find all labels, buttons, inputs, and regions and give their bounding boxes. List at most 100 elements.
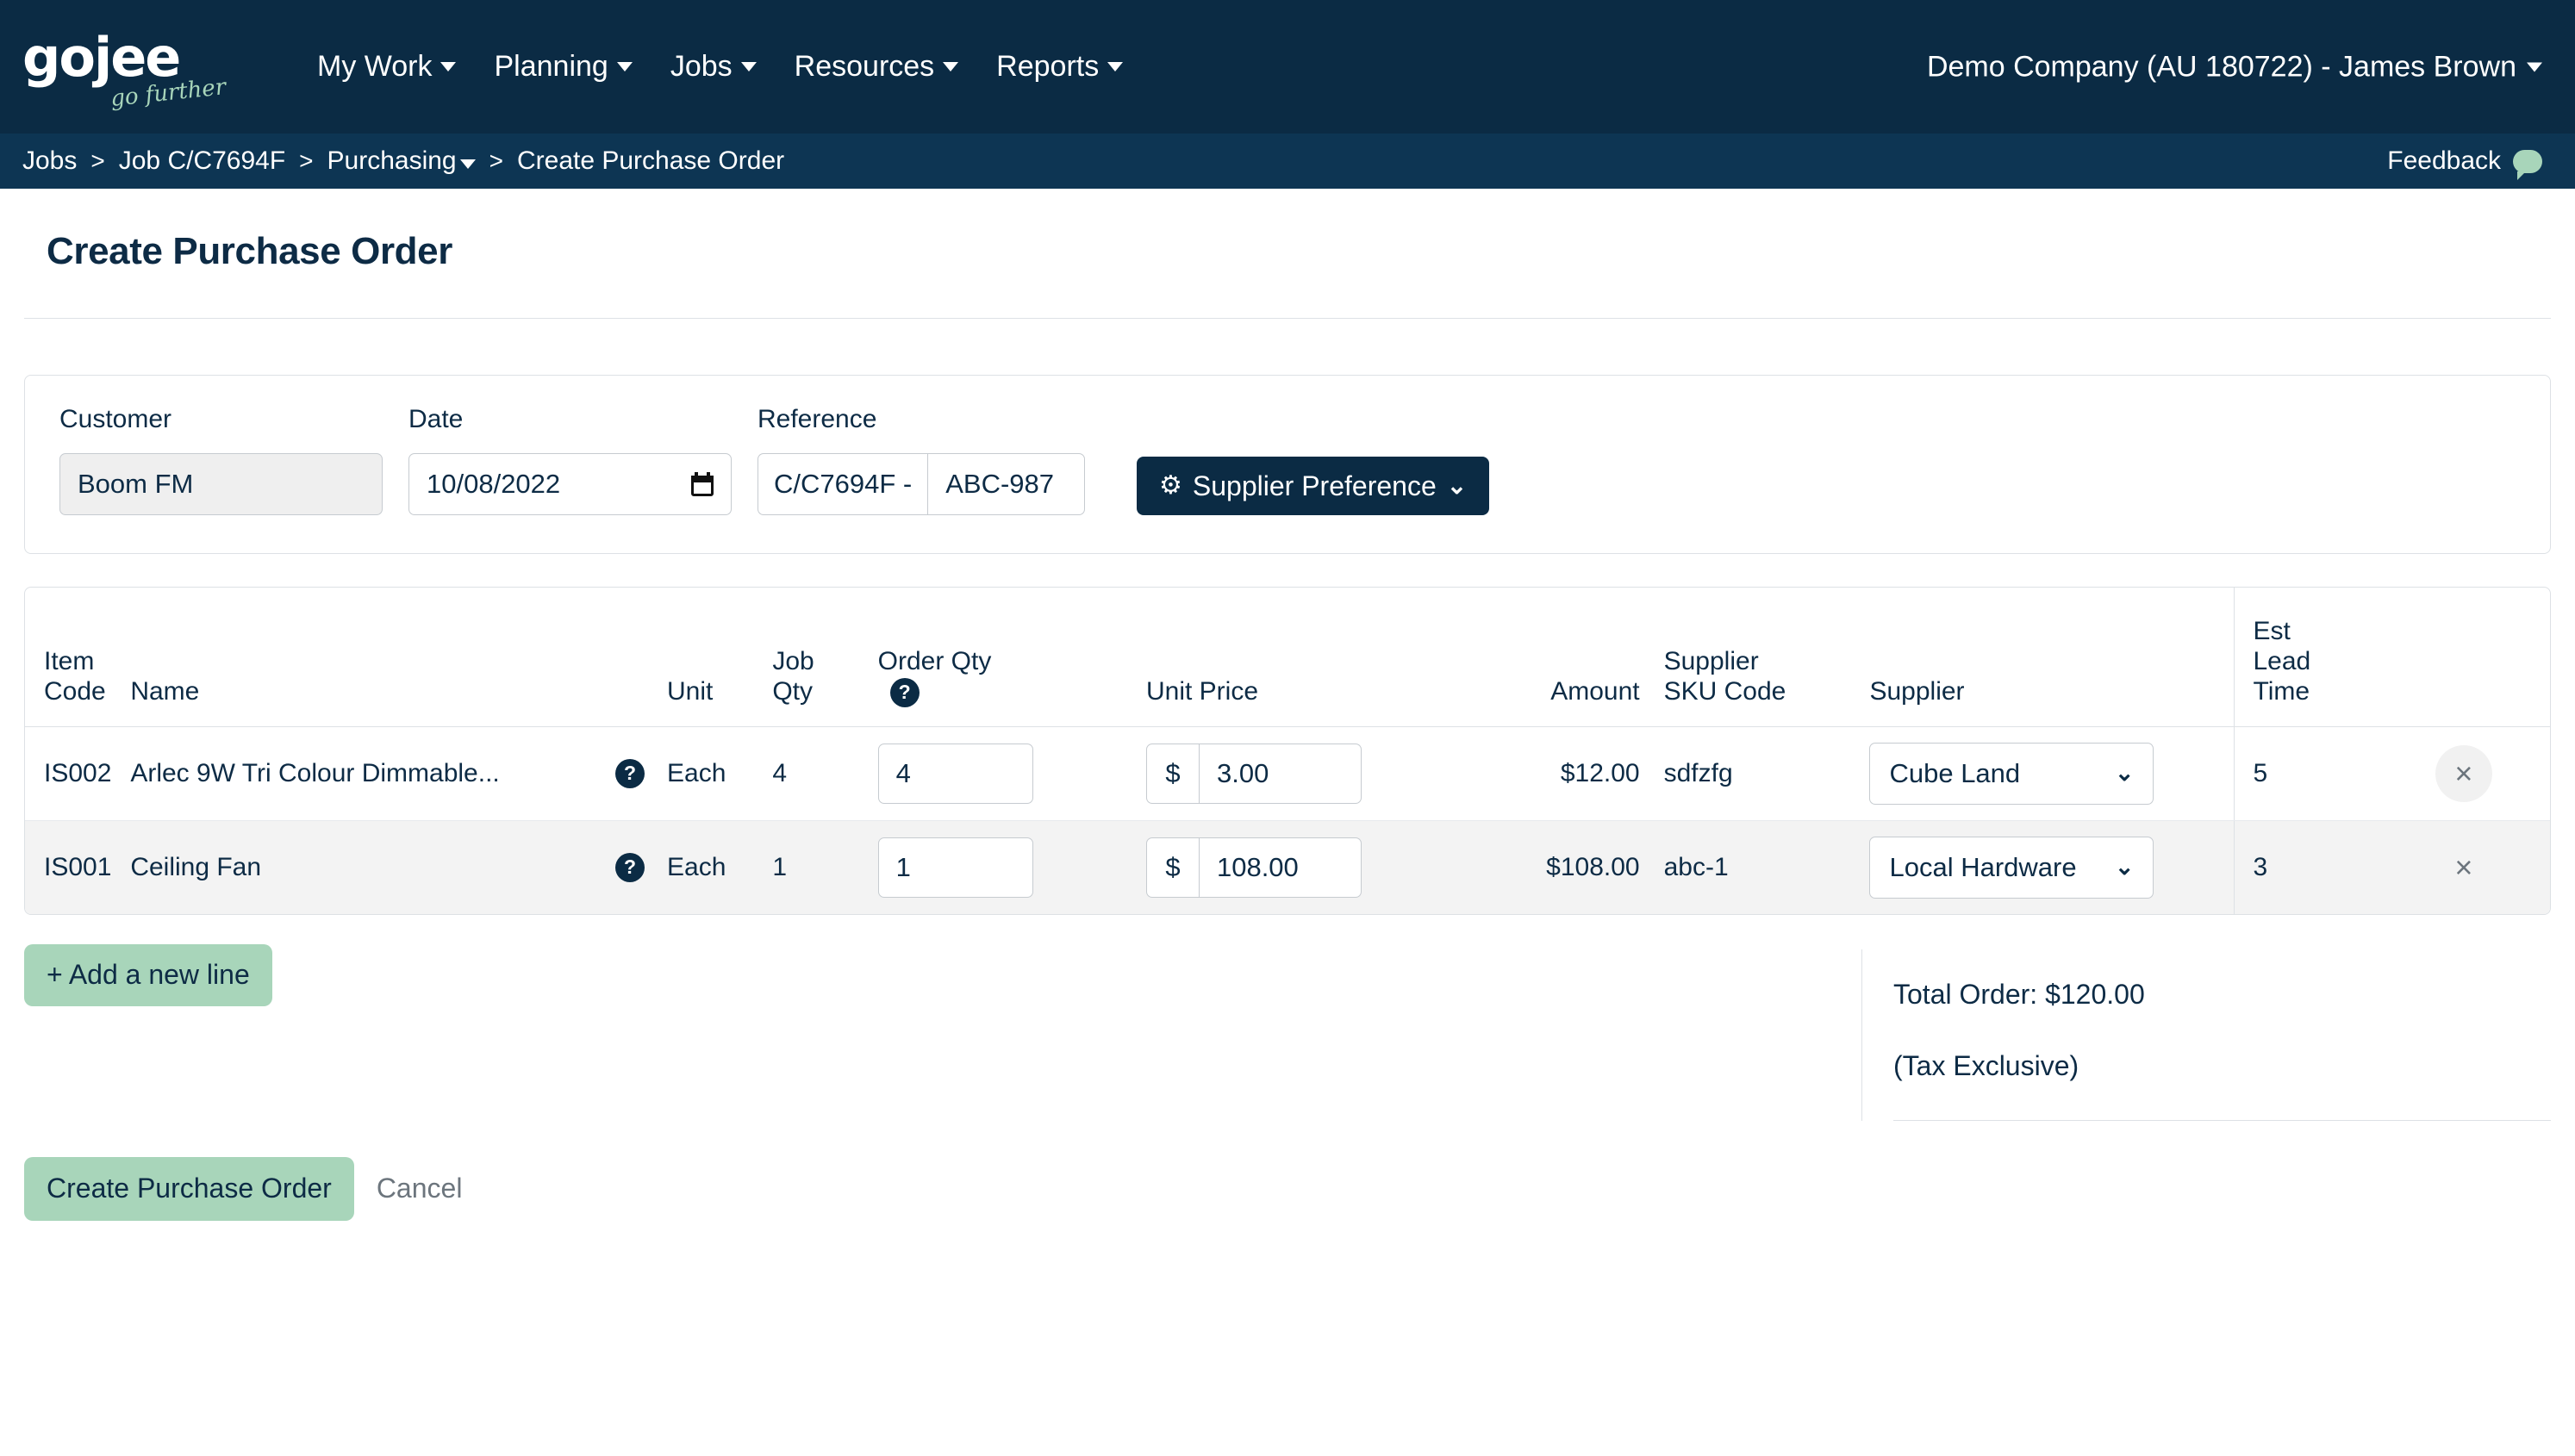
unit-price-input-group: $ 3.00 [1145,743,1362,804]
feedback-button[interactable]: Feedback [2387,146,2542,180]
cell-unit-price: $ 3.00 [1145,726,1462,821]
date-value: 10/08/2022 [427,469,561,499]
chevron-down-icon [943,62,959,72]
breadcrumb-item-label: Purchasing [327,146,457,175]
cell-supplier-sku: sdfzfg [1639,726,1870,821]
cell-name: Arlec 9W Tri Colour Dimmable... ? [130,726,667,821]
help-icon[interactable]: ? [615,758,645,788]
column-header-order-qty: Order Qty ? [878,588,1146,726]
nav-item-jobs[interactable]: Jobs [670,50,757,84]
breadcrumb-separator: > [90,147,105,174]
chevron-down-icon [1107,62,1124,72]
column-header-remove [2378,588,2550,726]
column-header-name: Name [130,676,200,706]
remove-line-button[interactable]: × [2435,839,2492,896]
column-header-item-code: Item Code [44,647,106,706]
tax-note: (Tax Exclusive) [1893,1011,2551,1121]
cell-est-lead-time: 3 [2233,820,2378,914]
cancel-button[interactable]: Cancel [377,1173,463,1204]
supplier-selected-value: Local Hardware [1889,851,2077,882]
order-qty-input[interactable]: 4 [877,743,1033,804]
supplier-preference-label: Supplier Preference [1192,470,1437,501]
chevron-down-icon [616,62,633,72]
breadcrumb-item-jobs[interactable]: Jobs [22,146,77,176]
date-input[interactable]: 10/08/2022 [408,453,732,515]
help-icon[interactable]: ? [615,852,645,882]
column-header-supplier: Supplier [1869,676,1965,706]
unit-price-input[interactable]: 3.00 [1199,743,1362,804]
nav-item-label: My Work [317,50,433,83]
reference-field-group: Reference C/C7694F - ABC-987 [758,405,1085,515]
cell-name: Ceiling Fan ? [130,820,667,914]
title-divider [24,318,2551,319]
unit-price-input[interactable]: 108.00 [1199,837,1362,898]
purchase-order-header-card: Customer Boom FM Date 10/08/2022 Referen… [24,375,2551,554]
breadcrumb-separator: > [489,147,503,174]
line-items-table: Item Code Name Unit Job Qty Order Qty ? … [25,588,2550,914]
breadcrumb-item-job[interactable]: Job C/C7694F [119,146,285,176]
remove-line-button[interactable]: × [2435,744,2492,802]
nav-item-resources[interactable]: Resources [795,50,959,84]
cell-remove: × [2377,726,2550,821]
reference-input[interactable]: ABC-987 [927,453,1085,515]
account-label: Demo Company (AU 180722) - James Brown [1926,50,2516,83]
order-qty-input[interactable]: 1 [877,837,1033,898]
page-body: Create Purchase Order Customer Boom FM D… [0,189,2575,1221]
nav-item-label: Jobs [670,50,733,83]
reference-input-group: C/C7694F - ABC-987 [758,453,1085,515]
table-header-row: Item Code Name Unit Job Qty Order Qty ? … [25,588,2550,727]
supplier-select[interactable]: Cube Land ⌄ [1869,742,2154,805]
date-field-group: Date 10/08/2022 [408,405,732,515]
cell-item-code: IS001 [44,852,112,881]
help-icon[interactable]: ? [889,677,920,707]
chevron-down-icon: ⌄ [2114,760,2135,787]
unit-price-input-group: $ 108.00 [1145,837,1362,898]
chevron-down-icon [440,62,457,72]
column-header-unit-price: Unit Price [1145,676,1259,706]
nav-item-planning[interactable]: Planning [494,50,633,84]
column-header-supplier-sku-code: Supplier SKU Code [1663,647,1786,706]
total-order-amount: Total Order: $120.00 [1893,978,2145,1010]
chevron-down-icon: ⌄ [2114,854,2135,880]
create-purchase-order-button[interactable]: Create Purchase Order [24,1156,354,1221]
reference-prefix: C/C7694F - [758,453,928,515]
feedback-label: Feedback [2387,146,2501,175]
chevron-down-icon [740,62,757,72]
primary-nav: My Work Planning Jobs Resources Reports [317,50,1124,84]
account-menu[interactable]: Demo Company (AU 180722) - James Brown [1927,50,2542,84]
currency-symbol: $ [1145,743,1200,804]
customer-field-group: Customer Boom FM [59,405,383,515]
breadcrumb: Jobs > Job C/C7694F > Purchasing > Creat… [22,146,784,176]
gojee-logo[interactable]: gojee go further [22,28,238,112]
cell-supplier: Cube Land ⌄ [1869,726,2234,821]
supplier-preference-button[interactable]: ⚙ Supplier Preference ⌄ [1137,457,1490,515]
cell-order-qty: 4 [877,726,1146,821]
table-body: IS002 Arlec 9W Tri Colour Dimmable... ? … [25,726,2550,914]
nav-item-label: Resources [794,50,935,83]
reference-label: Reference [758,405,877,433]
breadcrumb-item-purchasing[interactable]: Purchasing [327,146,476,176]
cell-unit-price: $ 108.00 [1145,820,1462,914]
column-header-amount: Amount [1550,676,1640,706]
cell-supplier: Local Hardware ⌄ [1869,820,2234,914]
cell-unit: Each [667,852,726,881]
cell-item-code: IS002 [25,726,131,821]
top-navigation-bar: gojee go further My Work Planning Jobs R… [0,0,2575,134]
add-new-line-button[interactable]: + Add a new line [24,943,272,1006]
currency-symbol: $ [1145,837,1200,898]
date-label: Date [408,405,464,433]
chevron-down-icon: ⌄ [1446,472,1468,499]
totals-panel: Total Order: $120.00 (Tax Exclusive) [1861,949,2551,1121]
table-row: IS002 Arlec 9W Tri Colour Dimmable... ? … [25,726,2550,821]
calendar-icon[interactable] [691,472,714,496]
supplier-select[interactable]: Local Hardware ⌄ [1869,836,2154,899]
column-header-unit: Unit [667,676,714,706]
customer-input: Boom FM [59,453,383,515]
nav-item-my-work[interactable]: My Work [317,50,457,84]
chevron-down-icon [459,159,476,169]
nav-item-reports[interactable]: Reports [996,50,1124,84]
breadcrumb-separator: > [299,147,314,174]
column-header-job-qty: Job Qty [772,647,814,706]
cell-job-qty: 1 [772,852,787,881]
chevron-down-icon [2527,62,2542,72]
